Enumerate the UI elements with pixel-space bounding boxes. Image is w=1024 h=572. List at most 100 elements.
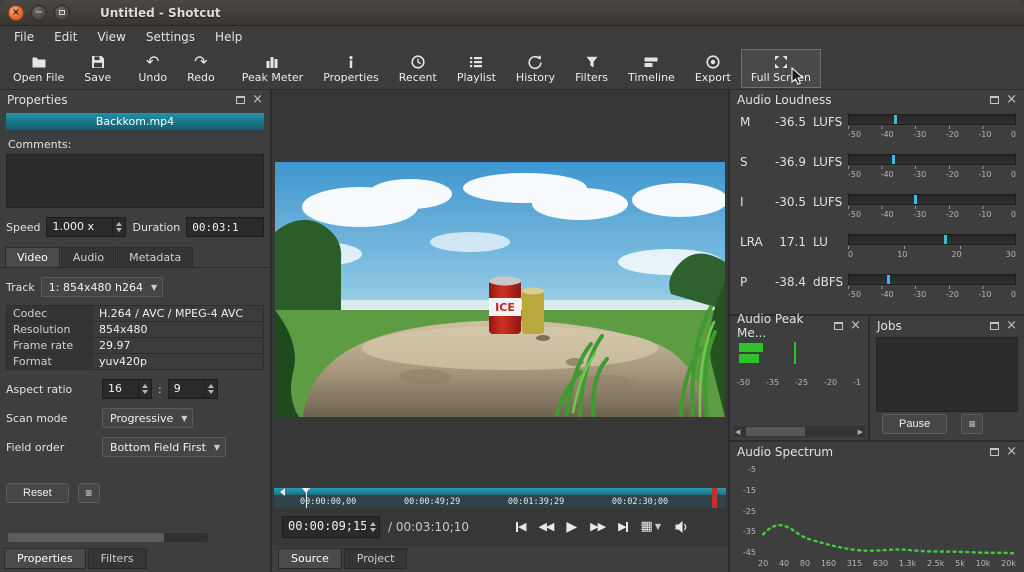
toolbar-button-save[interactable]: Save — [74, 49, 121, 88]
mouse-cursor — [791, 67, 804, 90]
in-out-range-bar[interactable] — [274, 488, 726, 495]
toolbar-button-filters[interactable]: Filters — [565, 49, 618, 88]
tab-source[interactable]: Source — [278, 548, 342, 569]
play-button[interactable]: ▶ — [566, 521, 577, 533]
track-select[interactable]: 1: 854x480 h264 ▼ — [41, 277, 163, 297]
toolbar-label: Redo — [187, 71, 215, 84]
menu-item-settings[interactable]: Settings — [136, 28, 205, 46]
peak-hscrollbar[interactable]: ◀ ▶ — [733, 426, 865, 437]
toolbar-button-properties[interactable]: Properties — [313, 49, 389, 88]
pause-button[interactable]: Pause — [882, 414, 947, 434]
audio-loudness-panel-title: Audio Loudness — [737, 93, 831, 107]
window-close-button[interactable]: × — [8, 5, 24, 21]
chevron-down-icon: ▼ — [151, 283, 157, 292]
tab-audio[interactable]: Audio — [61, 247, 116, 267]
scrollbar-thumb[interactable] — [746, 427, 805, 436]
skip-start-button[interactable]: ◀ — [516, 521, 525, 533]
skip-end-button[interactable]: ▶ — [618, 521, 627, 533]
toolbar-label: Recent — [399, 71, 437, 84]
close-panel-icon[interactable]: × — [1006, 321, 1017, 331]
jobs-list[interactable] — [876, 337, 1018, 412]
playhead[interactable] — [306, 488, 307, 508]
aspect-height-field[interactable]: 9 — [168, 379, 218, 399]
window-minimize-button[interactable]: − — [31, 5, 47, 21]
toolbar-button-undo[interactable]: ↶ Undo — [128, 49, 177, 88]
table-row: Resolution854x480 — [7, 322, 264, 338]
toolbar-label: History — [516, 71, 555, 84]
audio-spectrum-panel-title: Audio Spectrum — [737, 445, 833, 459]
video-preview[interactable]: ICE — [275, 162, 725, 417]
jobs-menu-button[interactable]: ≡ — [961, 414, 983, 434]
close-panel-icon[interactable]: × — [1006, 95, 1017, 105]
scroll-right-icon[interactable]: ▶ — [858, 428, 863, 436]
scroll-left-icon[interactable]: ◀ — [735, 428, 740, 436]
close-panel-icon[interactable]: × — [1006, 447, 1017, 457]
grid-button[interactable]: ▦▼ — [641, 521, 661, 533]
rewind-button[interactable]: ◀◀ — [538, 521, 553, 533]
ruler-timestamps: 00:00:00,00 00:00:49;29 00:01:39;29 00:0… — [274, 495, 726, 508]
toolbar-button-export[interactable]: Export — [685, 49, 741, 88]
speed-spinbox[interactable]: 1.000 x — [46, 217, 126, 237]
spinner-arrows-icon[interactable] — [138, 380, 151, 398]
float-panel-icon[interactable] — [236, 96, 245, 104]
toolbar-button-playlist[interactable]: Playlist — [447, 49, 506, 88]
comments-textarea[interactable] — [6, 154, 264, 208]
jobs-panel: Jobs × Pause ≡ — [870, 316, 1024, 440]
tab-properties[interactable]: Properties — [4, 548, 86, 569]
scrollbar-thumb[interactable] — [8, 533, 164, 542]
scan-mode-select[interactable]: Progressive ▼ — [102, 408, 193, 428]
toolbar-button-timeline[interactable]: Timeline — [618, 49, 685, 88]
menu-item-view[interactable]: View — [87, 28, 135, 46]
open-file-icon — [31, 53, 47, 70]
spinner-arrows-icon[interactable] — [112, 218, 125, 236]
tab-project[interactable]: Project — [344, 548, 408, 569]
toolbar-button-full-screen[interactable]: Full Screen — [741, 49, 821, 88]
scrub-ruler[interactable]: 00:00:00,00 00:00:49;29 00:01:39;29 00:0… — [274, 488, 726, 508]
menubar: File Edit View Settings Help — [0, 26, 1024, 48]
scan-mode-label: Scan mode — [6, 412, 96, 425]
fast-forward-button[interactable]: ▶▶ — [590, 521, 605, 533]
clip-filename[interactable]: Backkom.mp4 — [6, 113, 264, 130]
tab-metadata[interactable]: Metadata — [117, 247, 193, 267]
reset-button[interactable]: Reset — [6, 483, 69, 503]
loudness-meter: -50-40-30-20-100 — [848, 113, 1016, 139]
float-panel-icon[interactable] — [990, 448, 999, 456]
loudness-unit: LUFS — [806, 113, 848, 129]
toolbar-button-history[interactable]: History — [506, 49, 565, 88]
tab-video[interactable]: Video — [5, 247, 60, 267]
float-panel-icon[interactable] — [990, 96, 999, 104]
table-row: Formatyuv420p — [7, 354, 264, 370]
tab-filters[interactable]: Filters — [88, 548, 147, 569]
volume-button[interactable] — [674, 519, 690, 535]
current-time-field[interactable]: 00:00:09;15 — [282, 516, 380, 538]
meter-indicator — [894, 115, 897, 124]
toolbar-button-open-file[interactable]: Open File — [3, 49, 74, 88]
loudness-label: P — [740, 273, 770, 289]
close-panel-icon[interactable]: × — [850, 321, 861, 331]
spinner-arrows-icon[interactable] — [204, 380, 217, 398]
scan-mode-value: Progressive — [110, 412, 173, 425]
properties-menu-button[interactable]: ≡ — [78, 483, 100, 503]
menu-item-help[interactable]: Help — [205, 28, 252, 46]
peak-meter-body: -50-35-25-20-1 — [737, 336, 861, 424]
aspect-height-value: 9 — [169, 380, 204, 398]
peak-bar-left — [739, 343, 763, 352]
duration-field[interactable]: 00:03:1 — [186, 217, 264, 237]
window-maximize-button[interactable] — [54, 5, 70, 21]
ruler-time: 00:00:49;29 — [378, 497, 482, 507]
toolbar-button-peak-meter[interactable]: Peak Meter — [232, 49, 313, 88]
spinner-arrows-icon[interactable] — [366, 517, 379, 537]
properties-hscrollbar[interactable] — [8, 533, 208, 542]
aspect-width-field[interactable]: 16 — [102, 379, 152, 399]
redo-icon: ↷ — [194, 53, 207, 70]
close-panel-icon[interactable]: × — [252, 95, 263, 105]
toolbar-button-recent[interactable]: Recent — [389, 49, 447, 88]
speed-label: Speed — [6, 221, 40, 234]
field-order-select[interactable]: Bottom Field First ▼ — [102, 437, 226, 457]
float-panel-icon[interactable] — [834, 322, 843, 330]
spectrum-plot — [761, 463, 1016, 559]
menu-item-edit[interactable]: Edit — [44, 28, 87, 46]
float-panel-icon[interactable] — [990, 322, 999, 330]
menu-item-file[interactable]: File — [4, 28, 44, 46]
toolbar-button-redo[interactable]: ↷ Redo — [177, 49, 225, 88]
